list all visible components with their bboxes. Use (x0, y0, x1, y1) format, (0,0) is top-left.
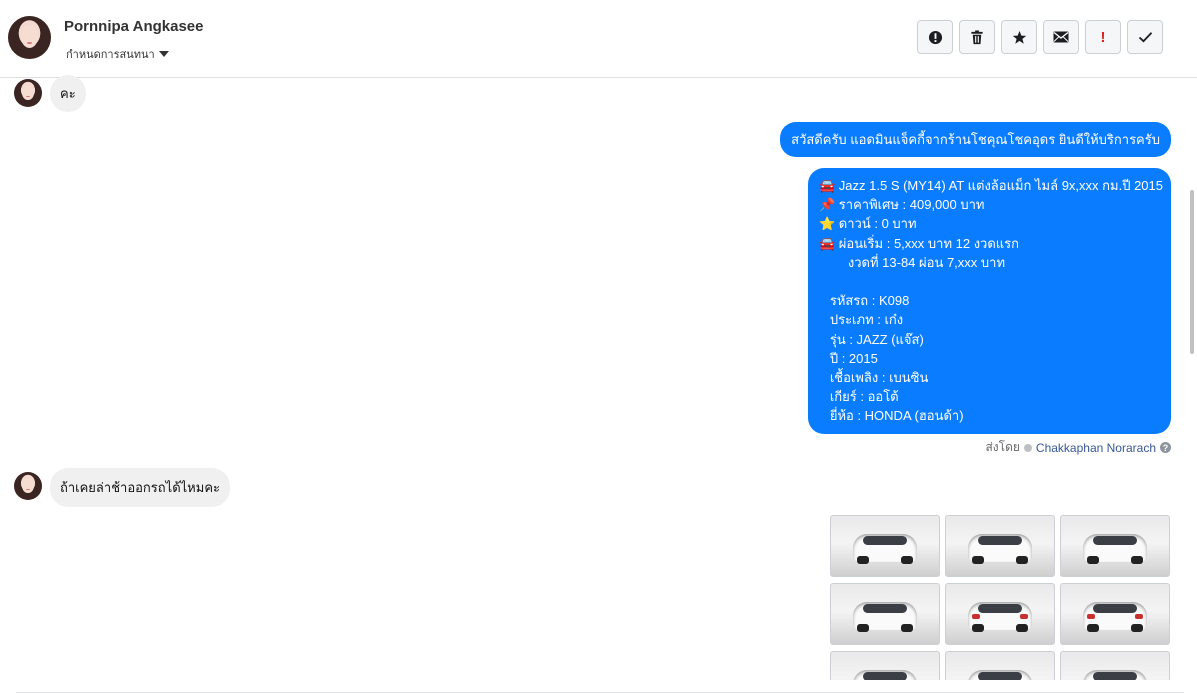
car-photo-front-close[interactable] (1060, 651, 1170, 680)
conversation-toolbar: ! (917, 20, 1163, 54)
help-icon[interactable]: ? (1160, 442, 1171, 453)
car-detail-line: รุ่น : JAZZ (แจ๊ส) (819, 331, 924, 347)
exclamation-icon: ! (1100, 28, 1106, 46)
contact-avatar-small[interactable] (14, 79, 42, 107)
car-photo-front-left[interactable] (945, 515, 1055, 577)
incoming-message[interactable]: คะ (50, 75, 86, 112)
car-detail-line (819, 272, 1160, 291)
sender-name-link[interactable]: Chakkaphan Norarach (1036, 441, 1156, 455)
incoming-message[interactable]: ถ้าเคยล่าช้าออกรถได้ไหมคะ (50, 468, 230, 507)
conversation-header: Pornnipa Angkasee กำหนดการสนทนา ! (0, 0, 1197, 78)
car-detail-line: 🚘 Jazz 1.5 S (MY14) AT แต่งล้อแม็ก ไมล์ … (819, 178, 1163, 193)
important-button[interactable]: ! (1085, 20, 1121, 54)
sent-by-label: ส่งโดย (985, 440, 1020, 454)
mark-spam-button[interactable] (917, 20, 953, 54)
outgoing-message[interactable]: สวัสดีครับ แอดมินแจ็คกี้จากร้านโชคุณโชคอ… (780, 122, 1171, 157)
alert-circle-icon (928, 30, 942, 44)
mark-unread-button[interactable] (1043, 20, 1079, 54)
car-photo-side-left[interactable] (830, 583, 940, 645)
done-button[interactable] (1127, 20, 1163, 54)
car-detail-line: 📌 ราคาพิเศษ : 409,000 บาท (819, 197, 985, 213)
car-detail-line: 🚘 ผ่อนเริ่ม : 5,xxx บาท 12 งวดแรก (819, 235, 1020, 251)
car-photo-rear-open[interactable] (830, 515, 940, 577)
check-icon (1138, 32, 1152, 43)
sent-by-info: ส่งโดย Chakkaphan Norarach ? (985, 438, 1171, 457)
car-detail-line: รหัสรถ : K098 (819, 293, 910, 309)
car-photo-side[interactable] (945, 651, 1055, 680)
conversation-options-dropdown[interactable]: กำหนดการสนทนา (66, 45, 169, 63)
contact-avatar-small[interactable] (14, 472, 42, 500)
car-photo-rear[interactable] (945, 583, 1055, 645)
envelope-icon (1053, 31, 1069, 43)
car-detail-line: ยี่ห้อ : HONDA (ฮอนด้า) (819, 408, 964, 424)
caret-down-icon (158, 51, 169, 57)
delete-button[interactable] (959, 20, 995, 54)
outgoing-car-details-message[interactable]: 🚘 Jazz 1.5 S (MY14) AT แต่งล้อแม็ก ไมล์ … (808, 168, 1171, 434)
car-photo-grid (830, 515, 1170, 680)
scrollbar-thumb[interactable] (1190, 190, 1194, 354)
contact-avatar[interactable] (8, 16, 51, 59)
car-detail-line: เกียร์ : ออโต้ (819, 389, 899, 405)
car-photo-rear-left[interactable] (830, 651, 940, 680)
conversation-options-label: กำหนดการสนทนา (66, 49, 155, 61)
star-icon (1012, 30, 1026, 44)
star-button[interactable] (1001, 20, 1037, 54)
car-detail-line: ประเภท : เก๋ง (819, 312, 904, 328)
contact-name[interactable]: Pornnipa Angkasee (64, 18, 203, 35)
car-photo-front[interactable] (1060, 515, 1170, 577)
car-photo-rear-right[interactable] (1060, 583, 1170, 645)
car-detail-line: เชื้อเพลิง : เบนซิน (819, 370, 929, 386)
car-detail-line: งวดที่ 13-84 ผ่อน 7,xxx บาท (819, 254, 1006, 270)
sender-badge-icon (1023, 443, 1032, 452)
car-detail-line: ปี : 2015 (819, 350, 878, 366)
car-detail-line: ⭐ ดาวน์ : 0 บาท (819, 216, 917, 232)
trash-icon (971, 29, 983, 44)
